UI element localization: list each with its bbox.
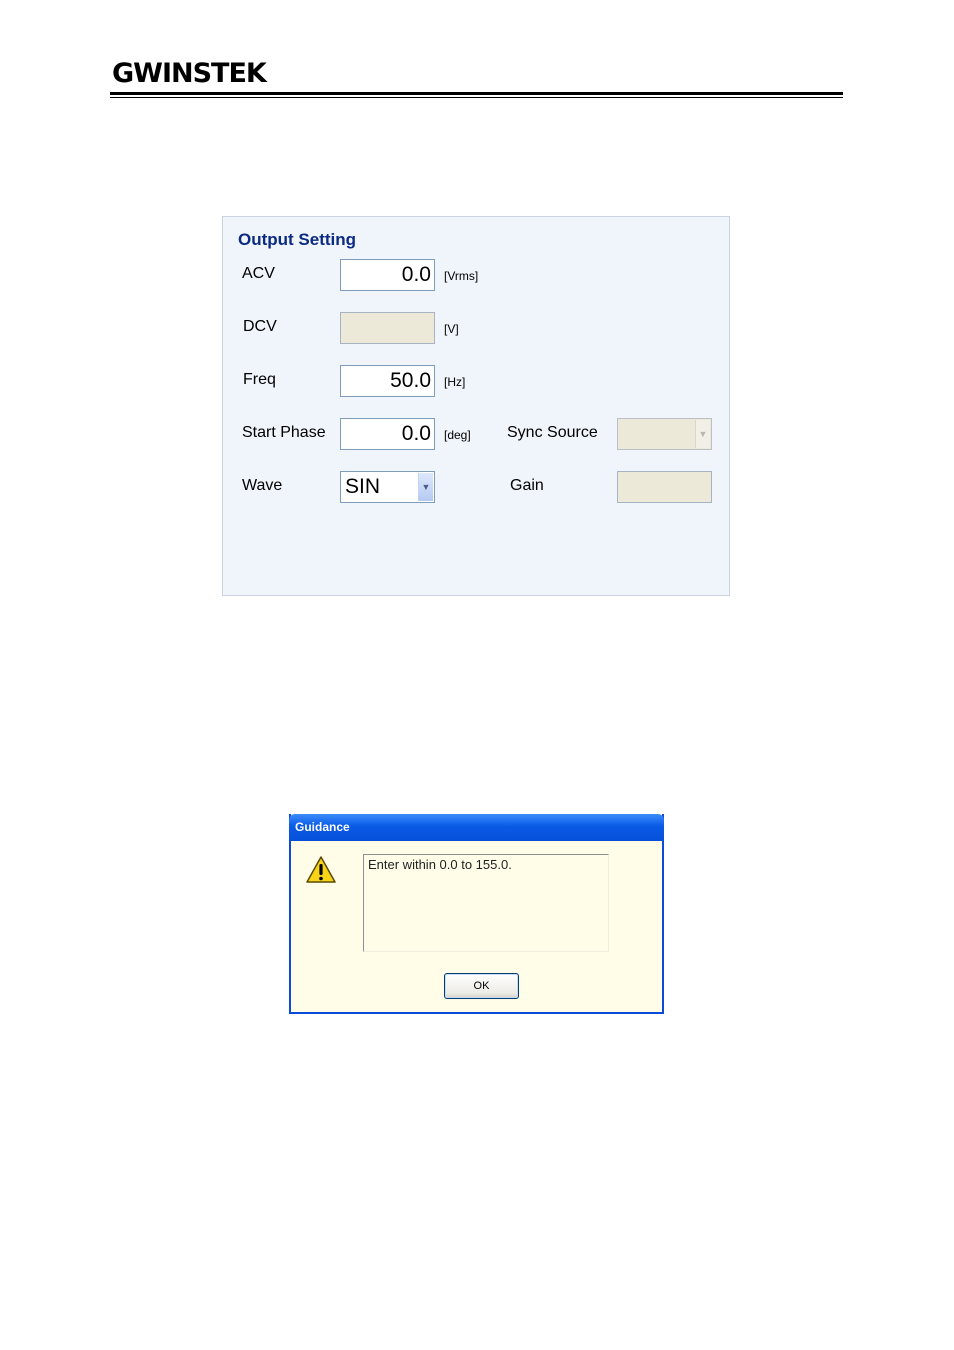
dcv-unit: [V] bbox=[444, 322, 459, 336]
wave-select[interactable]: SIN ▼ bbox=[340, 471, 435, 503]
acv-unit: [Vrms] bbox=[444, 269, 479, 283]
freq-unit: [Hz] bbox=[444, 375, 466, 389]
start-phase-input[interactable]: 0.0 bbox=[340, 418, 435, 450]
start-phase-unit: [deg] bbox=[444, 428, 471, 442]
sync-source-select: ▼ bbox=[617, 418, 712, 450]
freq-label: Freq bbox=[243, 371, 276, 388]
start-phase-label: Start Phase bbox=[242, 424, 326, 441]
wave-value: SIN bbox=[345, 475, 381, 498]
guidance-dialog: Guidance Enter within 0.0 to 155.0. OK bbox=[289, 814, 664, 1014]
acv-label: ACV bbox=[242, 265, 275, 282]
chevron-down-icon[interactable]: ▼ bbox=[418, 473, 433, 501]
brand-logo: GWINSTEK bbox=[112, 58, 267, 89]
panel-title: Output Setting bbox=[238, 230, 357, 249]
gain-label: Gain bbox=[510, 477, 544, 494]
header-rule-thin bbox=[110, 97, 843, 98]
output-setting-panel: Output Setting ACV 0.0 [Vrms] DCV [V] Fr… bbox=[222, 216, 730, 596]
dialog-titlebar[interactable]: Guidance bbox=[289, 814, 664, 841]
dcv-label: DCV bbox=[243, 318, 277, 335]
freq-input[interactable]: 50.0 bbox=[340, 365, 435, 397]
ok-button[interactable]: OK bbox=[444, 973, 519, 999]
wave-label: Wave bbox=[242, 477, 283, 494]
gain-input bbox=[617, 471, 712, 503]
dcv-input bbox=[340, 312, 435, 344]
sync-source-label: Sync Source bbox=[507, 424, 598, 441]
dialog-title: Guidance bbox=[295, 820, 350, 834]
header-rule-thick bbox=[110, 92, 843, 95]
acv-input[interactable]: 0.0 bbox=[340, 259, 435, 291]
dialog-message: Enter within 0.0 to 155.0. bbox=[363, 854, 609, 952]
warning-icon bbox=[306, 856, 336, 883]
chevron-down-icon: ▼ bbox=[695, 420, 710, 448]
